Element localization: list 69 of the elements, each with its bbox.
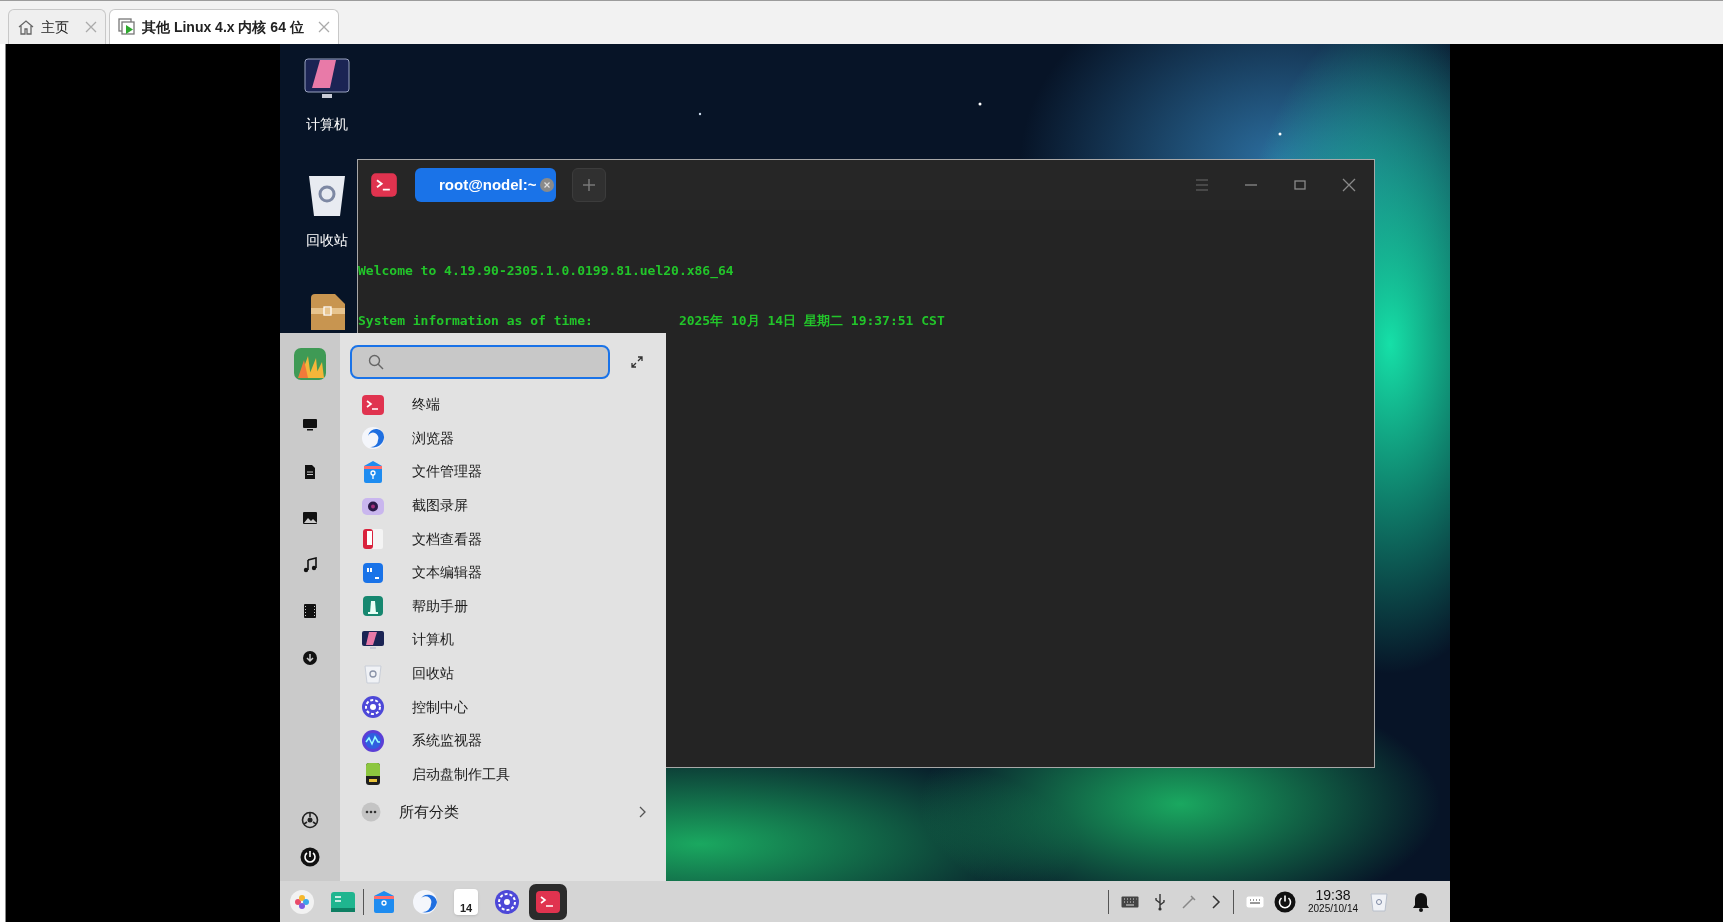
launcher-item[interactable]: 回收站: [340, 656, 666, 691]
virtual-machine-icon: [118, 18, 136, 36]
terminal-icon: [535, 888, 561, 915]
tab-label: 主页: [41, 17, 69, 37]
folder-icon: [361, 460, 385, 484]
launcher-item[interactable]: 文本编辑器: [340, 555, 666, 590]
launcher-item[interactable]: 控制中心: [340, 690, 666, 724]
music-icon[interactable]: [302, 556, 318, 573]
launcher-item[interactable]: 文档查看器: [340, 522, 666, 556]
lighthouse-icon: [361, 594, 385, 619]
launcher-item[interactable]: 文件管理器: [340, 455, 666, 489]
chevron-right-icon: [638, 806, 646, 819]
keyboard-icon[interactable]: [1121, 895, 1139, 908]
launcher-item[interactable]: 终端: [340, 388, 666, 422]
expand-icon[interactable]: [629, 354, 645, 370]
film-icon[interactable]: [302, 603, 318, 620]
archive-icon: [309, 294, 345, 330]
monitor-icon[interactable]: [302, 417, 318, 433]
close-icon[interactable]: [1342, 178, 1356, 192]
launcher-item[interactable]: 浏览器: [340, 421, 666, 456]
search-field[interactable]: [350, 345, 610, 379]
host-tab[interactable]: 其他 Linux 4.x 内核 64 位: [109, 9, 339, 44]
launcher-item[interactable]: 帮助手册: [340, 589, 666, 624]
power-icon[interactable]: [300, 847, 320, 867]
all-categories-item[interactable]: 所有分类: [340, 795, 666, 830]
keyboard-icon[interactable]: [1246, 895, 1264, 908]
launcher-item[interactable]: 启动盘制作工具: [340, 757, 666, 792]
terminal-icon: [361, 392, 385, 417]
launcher-item[interactable]: 系统监视器: [340, 723, 666, 758]
calendar-icon: 14: [454, 888, 478, 915]
bell-icon[interactable]: [1412, 891, 1430, 912]
home-icon: [17, 18, 35, 36]
terminal-output-line: System information as of time: 2025年 10月 14日 星期二 19:37:51 CST: [358, 313, 945, 328]
download-icon[interactable]: [302, 649, 318, 666]
power-icon[interactable]: [1274, 890, 1296, 913]
document-icon[interactable]: [302, 463, 318, 480]
host-tab[interactable]: 主页: [8, 9, 106, 44]
pen-icon[interactable]: [1181, 893, 1197, 910]
desktop-icon-label[interactable]: 回收站: [306, 230, 348, 251]
gauge-icon: [361, 728, 385, 753]
terminal-output-line: Welcome to 4.19.90-2305.1.0.0199.81.uel20.x86_64: [358, 263, 734, 278]
more-icon: [361, 802, 381, 823]
launcher-item[interactable]: 计算机: [340, 623, 666, 657]
maximize-icon[interactable]: [1293, 178, 1307, 192]
text-editor-icon: [361, 560, 385, 585]
launcher-icon: [289, 888, 315, 915]
chevron-right-icon[interactable]: [1211, 894, 1221, 909]
browser-icon: [412, 888, 438, 915]
settings-icon[interactable]: [301, 811, 319, 829]
image-icon[interactable]: [302, 510, 318, 527]
terminal-tab[interactable]: root@nodel:~: [415, 168, 556, 202]
book-icon: [361, 527, 385, 552]
launcher-item[interactable]: 截图录屏: [340, 488, 666, 523]
clock[interactable]: 19:38 2025/10/14: [1306, 888, 1360, 915]
taskbar-app[interactable]: 14: [447, 883, 485, 920]
folder-icon: [371, 888, 397, 915]
desktop-icon-label[interactable]: 计算机: [306, 114, 348, 135]
trash-icon: [307, 174, 347, 218]
close-icon[interactable]: [538, 177, 555, 193]
gear-icon: [361, 695, 385, 720]
new-tab-button[interactable]: [572, 168, 606, 202]
browser-icon: [361, 426, 385, 451]
terminal-icon: [370, 171, 398, 199]
tab-label: 其他 Linux 4.x 内核 64 位: [142, 17, 304, 37]
taskbar-app[interactable]: [529, 883, 567, 920]
gear-icon: [494, 888, 520, 915]
usb-icon[interactable]: [1153, 892, 1167, 911]
search-icon: [368, 354, 384, 370]
plus-icon: [582, 178, 596, 192]
